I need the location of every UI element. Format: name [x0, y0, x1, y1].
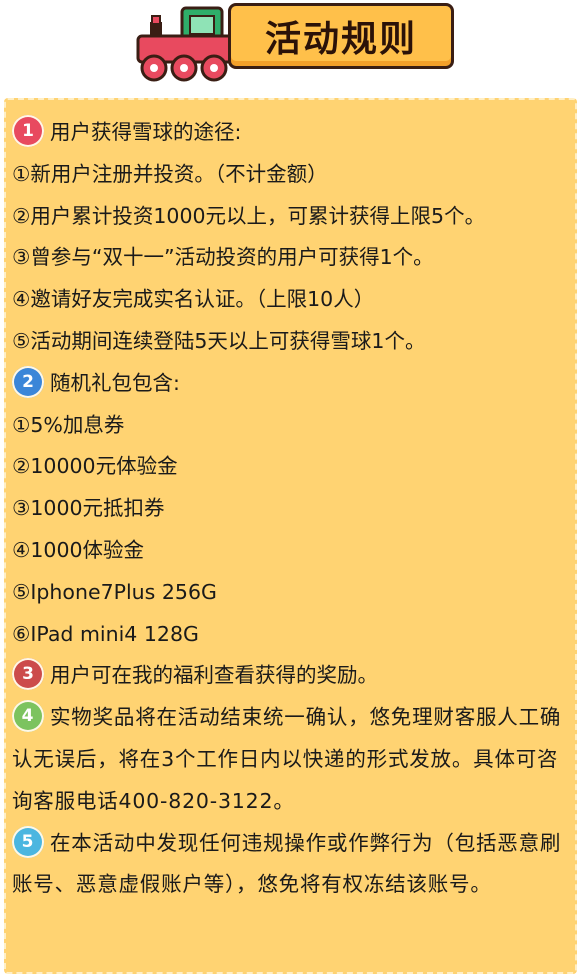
section-title: 用户获得雪球的途径: — [50, 120, 242, 144]
section-title: 随机礼包包含: — [50, 370, 180, 395]
number-2-badge-icon: 2 — [12, 365, 44, 398]
number-4-badge-icon: 4 — [12, 700, 44, 733]
section-2-title: 2 随机礼包包含: — [12, 363, 572, 405]
list-item: ⑤活动期间连续登陆5天以上可获得雪球1个。 — [12, 328, 426, 353]
section-5-text: 5 在本活动中发现任何违规操作或作弊行为（包括恶意刷账号、恶意虚假账户等），悠免将… — [12, 823, 572, 907]
rules-content: 1 用户获得雪球的途径: ①新用户注册并投资。（不计金额） ②用户累计投资1000… — [12, 112, 572, 906]
page-title: 活动规则 — [264, 19, 417, 60]
number-3-badge-icon: 3 — [12, 658, 44, 691]
toy-train-icon — [136, 6, 236, 82]
list-item: ⑤Iphone7Plus 256G — [12, 579, 217, 604]
list-item: ①新用户注册并投资。（不计金额） — [12, 161, 328, 186]
number-5-badge-icon: 5 — [12, 825, 44, 858]
list-item: ①5%加息券 — [12, 412, 125, 437]
section-text: 用户可在我的福利查看获得的奖励。 — [50, 663, 378, 688]
title-box: 活动规则 — [228, 3, 454, 69]
list-item: ②10000元体验金 — [12, 454, 178, 479]
section-1-title: 1 用户获得雪球的途径: — [12, 112, 572, 154]
section-text: 在本活动中发现任何违规操作或作弊行为（包括恶意刷账号、恶意虚假账户等），悠免将有… — [12, 830, 562, 897]
list-item: ③曾参与“双十一”活动投资的用户可获得1个。 — [12, 245, 434, 270]
list-item: ④邀请好友完成实名认证。（上限10人） — [12, 287, 375, 312]
section-3-title: 3 用户可在我的福利查看获得的奖励。 — [12, 655, 572, 697]
section-text: 实物奖品将在活动结束统一确认，悠免理财客服人工确认无误后，将在3个工作日内以快递… — [12, 705, 562, 813]
list-item: ④1000体验金 — [12, 537, 145, 562]
number-1-badge-icon: 1 — [12, 115, 44, 147]
section-4-text: 4 实物奖品将在活动结束统一确认，悠免理财客服人工确认无误后，将在3个工作日内以快… — [12, 697, 572, 822]
header: 活动规则 — [0, 0, 581, 90]
list-item: ②用户累计投资1000元以上，可累计获得上限5个。 — [12, 203, 486, 228]
list-item: ③1000元抵扣券 — [12, 496, 165, 521]
list-item: ⑥IPad mini4 128G — [12, 621, 199, 646]
